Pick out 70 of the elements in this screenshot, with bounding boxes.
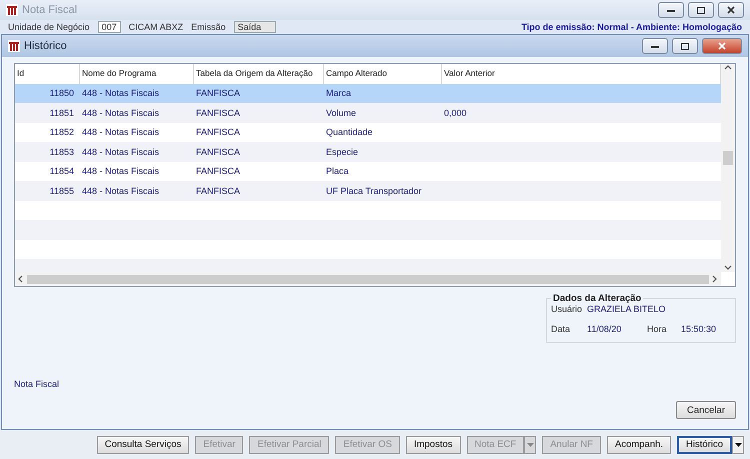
toolbar-button[interactable]: Impostos [406,436,460,454]
table-cell-text: 0,000 [443,106,468,120]
field-label: Unidade de Negócio [8,22,90,32]
table-row[interactable]: 11850 448 - Notas Fiscais FANFISCA Marca [15,84,721,103]
cancel-button[interactable]: Cancelar [676,401,736,419]
table-cell-text: 11850 [48,87,75,100]
table-row[interactable]: 11855 448 - Notas Fiscais FANFISCA UF Placa Transportador [15,181,721,200]
table-cell-text: UF Placa Transportador [325,184,423,198]
field-label: Emissão [191,22,226,32]
table-cell-text: 448 - Notas Fiscais [81,165,160,178]
dialog-title: Histórico [24,40,68,52]
table-cell-text: 448 - Notas Fiscais [81,126,160,140]
close-button[interactable] [718,2,744,18]
caret-icon [734,442,742,446]
user-value: GRAZIELA BITELO [587,304,667,314]
table-cell-text: 11855 [48,184,75,198]
minimize-icon [667,8,675,12]
type-dropdown[interactable]: Saída [234,21,276,33]
group-title: Dados da Alteração [552,293,642,304]
date-value: 11/08/20 [587,324,622,334]
table-row[interactable]: 11853 448 - Notas Fiscais FANFISCA Especie [15,142,721,162]
horizontal-scrollbar[interactable] [15,272,721,286]
app-logo-icon [8,40,20,52]
table-cell-text: FANFISCA [195,146,242,159]
time-value: 15:50:30 [681,324,718,334]
table-cell-text: FANFISCA [195,165,242,178]
maximize-icon [681,42,689,50]
user-label: Usuário [551,304,584,314]
vertical-scrollbar[interactable] [721,64,735,272]
scroll-thumb[interactable] [723,151,733,165]
table-row[interactable]: 11851 448 - Notas Fiscais FANFISCA Volume 0,000 [15,103,721,122]
dropdown-button[interactable] [732,436,744,454]
table-cell-text: 11854 [48,165,75,178]
table-cell-text: 11852 [48,126,75,140]
minimize-icon [651,44,659,48]
emission-info: Tipo de emissão: Normal - Ambiente: Homologação [521,22,742,32]
table-cell-text: Volume [325,106,358,120]
time-label: Hora [647,324,668,334]
app-logo-icon [6,4,18,16]
table-cell-text: Marca [325,87,352,100]
table-cell-text: Quantidade [325,126,374,140]
table-cell-text: 448 - Notas Fiscais [81,106,160,120]
maximize-button[interactable] [688,2,714,18]
close-icon [718,42,726,50]
table-cell-text: Especie [325,146,360,159]
toolbar-button[interactable]: Acompanh. [606,436,672,454]
code-field[interactable]: 007 [98,21,121,33]
scroll-thumb[interactable] [27,274,709,284]
table-cell-text: 448 - Notas Fiscais [81,87,160,100]
table-cell-text: 11853 [48,146,75,159]
minimize-button[interactable] [642,38,668,54]
window-title: Nota Fiscal [22,4,78,16]
close-icon [727,6,735,14]
table-cell-text: FANFISCA [195,126,242,140]
table-cell-text: Placa [325,165,350,178]
toolbar-button[interactable]: Consulta Serviços [96,436,190,454]
date-label: Data [551,324,572,334]
table-cell-text: 11851 [48,106,75,120]
table-cell-text: FANFISCA [195,184,242,198]
table-cell-text: FANFISCA [195,87,242,100]
minimize-button[interactable] [658,2,684,18]
table-cell-text: 448 - Notas Fiscais [81,146,160,159]
footer-label: Nota Fiscal [14,379,60,389]
caret-icon [526,442,534,446]
maximize-icon [697,6,705,14]
field-label: CICAM ABXZ [128,22,184,32]
table-cell-text: 448 - Notas Fiscais [81,184,160,198]
maximize-button[interactable] [672,38,698,54]
toolbar-button[interactable]: Histórico [677,436,732,454]
table-cell-text: FANFISCA [195,106,242,120]
